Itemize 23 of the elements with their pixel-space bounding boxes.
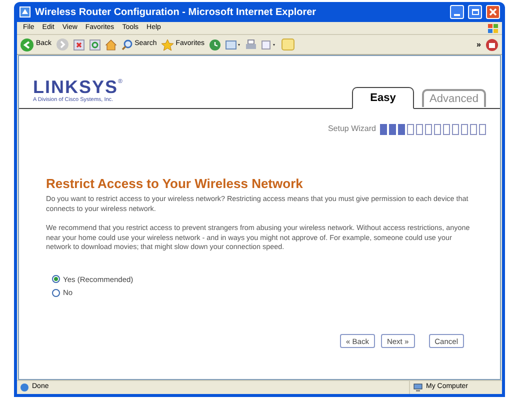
maximize-button[interactable] [468,5,482,19]
computer-icon [413,383,423,392]
window-title: Wireless Router Configuration - Microsoft Internet Explorer [35,6,318,20]
close-button[interactable] [486,5,500,19]
printer-icon[interactable] [244,38,257,50]
refresh-icon[interactable] [88,38,101,50]
overflow-chevron[interactable]: » [476,38,481,50]
history-icon[interactable] [208,38,221,50]
radio-button[interactable] [52,288,60,297]
tab[interactable]: Advanced [422,89,486,108]
stop-icon[interactable] [72,38,85,50]
minimize-button[interactable] [450,5,464,19]
radio-button[interactable] [52,275,60,284]
browser-icon [19,6,31,18]
brand-logo: LINKSYS [33,78,118,96]
search-icon [120,38,133,50]
page-heading: Restrict Access to Your Wireless Network [46,177,304,192]
star-icon [160,38,174,50]
windows-logo-icon [487,22,499,34]
wizard-label: Setup Wizard [328,123,376,136]
home-icon[interactable] [104,38,117,50]
tab[interactable]: Easy [352,87,414,110]
page-icon [20,383,29,392]
